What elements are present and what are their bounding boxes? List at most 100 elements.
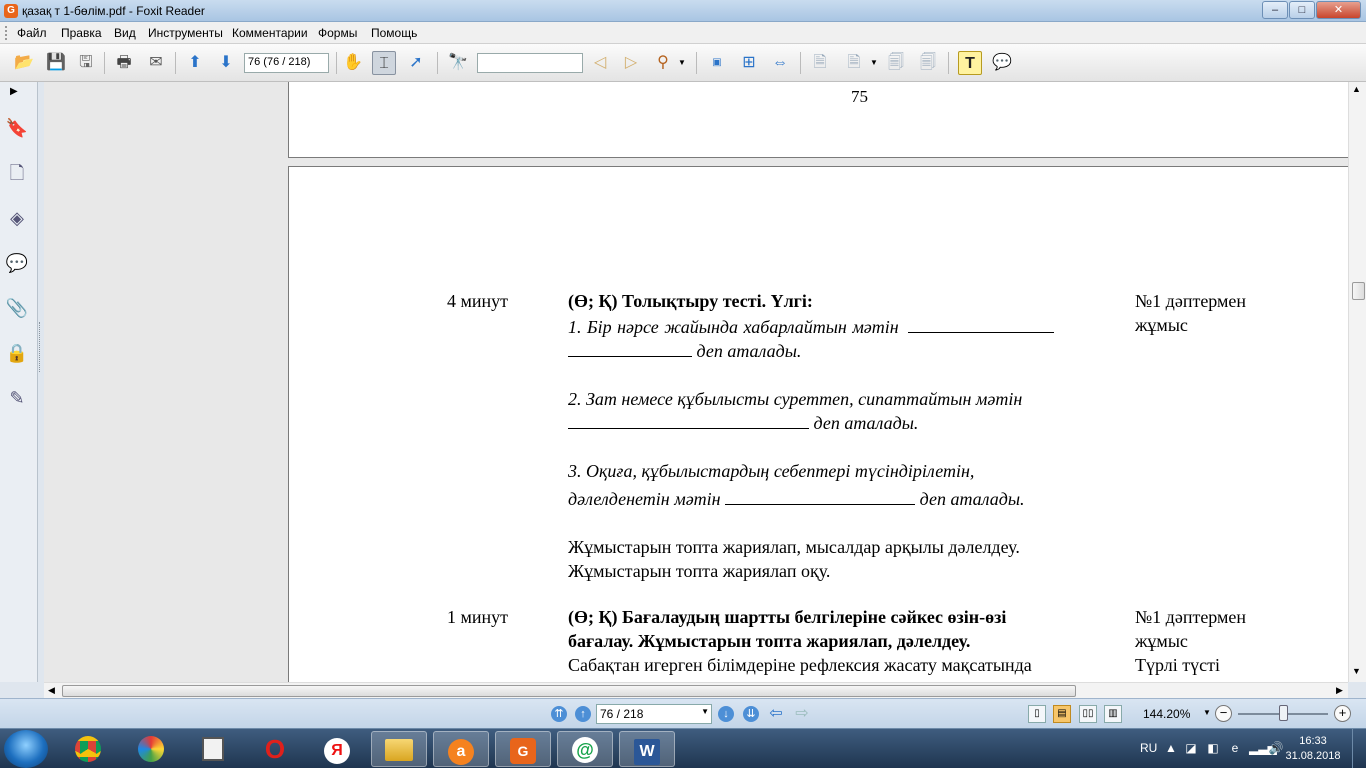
panel-resize-grip[interactable] [39, 322, 42, 372]
first-page-icon[interactable]: ⇈ [551, 706, 567, 722]
find-previous-icon[interactable]: ◁ [588, 51, 612, 75]
chevron-down-icon[interactable]: ▼ [701, 707, 709, 716]
binoculars-find-icon[interactable]: 🔭 [446, 51, 470, 75]
foxit-reader-icon[interactable]: G [495, 731, 551, 767]
facing-view-icon[interactable]: ▯▯ [1079, 705, 1097, 723]
find-input[interactable] [477, 53, 583, 73]
single-page-view-icon[interactable]: ▯ [1028, 705, 1046, 723]
tray-app-icon[interactable]: ◪ [1183, 740, 1199, 756]
chevron-down-icon[interactable]: ▼ [868, 51, 880, 75]
bookmarks-icon[interactable]: 🔖 [4, 115, 30, 141]
document-viewer[interactable]: 75 4 минут (Ө; Қ) Толықтыру тесті. Үлгі:… [44, 82, 1348, 682]
page-number-input[interactable]: 76 (76 / 218) [244, 53, 329, 73]
file-explorer-icon[interactable] [371, 731, 427, 767]
attachments-icon[interactable]: 📎 [4, 295, 30, 321]
show-desktop-button[interactable] [1352, 729, 1366, 768]
page-select[interactable]: 76 / 218 ▼ [596, 704, 712, 724]
previous-page-icon[interactable]: ⬆ [183, 51, 207, 75]
print-icon[interactable]: 🖶 [112, 51, 136, 75]
system-clock[interactable]: 16:33 31.08.2018 [1283, 734, 1343, 764]
actual-size-icon[interactable]: ▣ [705, 51, 729, 75]
hand-tool-icon[interactable]: ✋ [341, 51, 365, 75]
last-page-icon[interactable]: ⇊ [743, 706, 759, 722]
go-back-icon[interactable]: ⇦ [768, 706, 784, 722]
select-arrow-icon[interactable]: ➚ [404, 51, 428, 75]
menu-tools[interactable]: Инструменты [148, 26, 223, 40]
row2-resource-1: №1 дәптермен [1135, 607, 1247, 627]
menu-view[interactable]: Вид [114, 26, 136, 40]
previous-page-icon[interactable]: ↑ [575, 706, 591, 722]
notepad-icon[interactable] [185, 731, 241, 767]
colorful-app-icon[interactable] [123, 731, 179, 767]
continuous-view-icon[interactable]: ▤ [1053, 705, 1071, 723]
note-comment-icon[interactable]: 💬 [990, 51, 1014, 75]
layers-icon[interactable]: ◈ [4, 205, 30, 231]
typewriter-icon[interactable]: T [958, 51, 982, 75]
next-page-icon[interactable]: ↓ [718, 706, 734, 722]
go-forward-icon[interactable]: ⇨ [794, 706, 810, 722]
vertical-scrollbar[interactable]: ▲ ▼ [1348, 82, 1366, 682]
close-button[interactable]: ✕ [1316, 1, 1361, 19]
zoom-level[interactable]: 144.20% [1143, 707, 1190, 721]
menu-comments[interactable]: Комментарии [232, 26, 308, 40]
signatures-icon[interactable]: ✎ [4, 385, 30, 411]
pages-icon[interactable]: 🗋 [4, 160, 30, 186]
row1-heading: (Ө; Қ) Толықтыру тесті. Үлгі: [568, 291, 813, 311]
yandex-icon[interactable]: Я [309, 731, 365, 767]
scroll-down-icon[interactable]: ▼ [1352, 666, 1361, 676]
network-signal-icon[interactable]: ▂▃▅ [1249, 740, 1277, 756]
pdf-create-icon[interactable]: 🗎 [808, 51, 832, 75]
avast-icon[interactable]: a [433, 731, 489, 767]
zoom-in-icon[interactable]: + [1334, 705, 1351, 722]
security-lock-icon[interactable]: 🔒 [4, 340, 30, 366]
save-icon[interactable]: 💾 [44, 51, 68, 75]
save-as-icon[interactable]: 🖫 [74, 51, 98, 75]
row1-question3-text: 3. Оқиға, құбылыстардың себептері түсінд… [568, 461, 975, 481]
chevron-down-icon[interactable]: ▼ [676, 51, 688, 75]
title-bar: G қазақ т 1-бөлім.pdf - Foxit Reader – □… [0, 0, 1366, 22]
email-icon[interactable]: ✉ [144, 51, 168, 75]
scroll-up-icon[interactable]: ▲ [1352, 84, 1361, 94]
minimize-button[interactable]: – [1262, 1, 1288, 19]
input-language[interactable]: RU [1140, 741, 1157, 755]
opera-icon[interactable]: O [247, 731, 303, 767]
select-text-icon[interactable]: ⌶ [372, 51, 396, 75]
menu-file[interactable]: Файл [17, 26, 47, 40]
pdf-merge-icon[interactable]: 🗐 [884, 51, 908, 75]
foxit-app-icon[interactable]: G [4, 4, 18, 18]
menu-help[interactable]: Помощь [371, 26, 417, 40]
comments-icon[interactable]: 💬 [4, 250, 30, 276]
continuous-facing-view-icon[interactable]: ▥ [1104, 705, 1122, 723]
answer-blank [908, 315, 1055, 333]
start-button[interactable] [4, 730, 48, 768]
vertical-scroll-thumb[interactable] [1352, 282, 1365, 300]
microsoft-word-icon[interactable]: W [619, 731, 675, 767]
tray-expand-icon[interactable]: ▲ [1163, 740, 1179, 756]
find-next-icon[interactable]: ▷ [619, 51, 643, 75]
pdf-convert-icon[interactable]: 🗎 [842, 51, 866, 75]
tray-shield-icon[interactable]: ◧ [1205, 740, 1221, 756]
next-page-icon[interactable]: ⬇ [214, 51, 238, 75]
maximize-button[interactable]: □ [1289, 1, 1315, 19]
fit-page-icon[interactable]: ⊞ [737, 51, 761, 75]
chevron-down-icon[interactable]: ▼ [1203, 708, 1211, 717]
toolbar-separator [948, 52, 949, 74]
scroll-right-icon[interactable]: ▶ [1336, 685, 1343, 696]
pdf-settings-icon[interactable]: 🗐 [916, 51, 940, 75]
chrome-icon[interactable] [60, 731, 116, 767]
tray-browser-icon[interactable]: e [1227, 740, 1243, 756]
menu-edit[interactable]: Правка [61, 26, 102, 40]
menu-forms[interactable]: Формы [318, 26, 357, 40]
toolbar-separator [175, 52, 176, 74]
zoom-slider-thumb[interactable] [1278, 705, 1288, 721]
scroll-left-icon[interactable]: ◀ [48, 685, 55, 696]
zoom-out-icon[interactable]: − [1215, 705, 1232, 722]
volume-icon[interactable]: 🔊 [1268, 740, 1284, 756]
horizontal-scrollbar[interactable]: ◀ ▶ [44, 682, 1348, 698]
horizontal-scroll-thumb[interactable] [62, 685, 1076, 697]
panel-expand-icon[interactable]: ▶ [10, 86, 18, 97]
open-folder-icon[interactable]: 📂 [12, 51, 36, 75]
mail-agent-icon[interactable]: @ [557, 731, 613, 767]
fit-width-icon[interactable]: ⇔ [768, 51, 792, 75]
find-options-icon[interactable]: ⚲ [651, 51, 675, 75]
